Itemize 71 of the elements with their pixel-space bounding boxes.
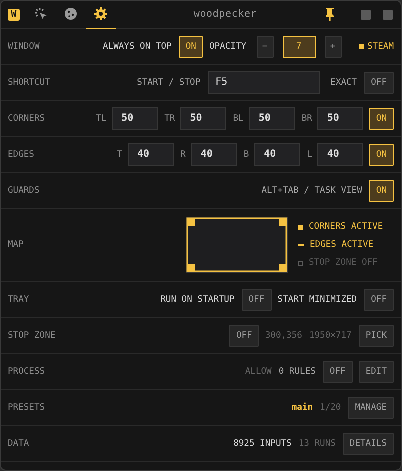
toggle-button[interactable]: ON — [369, 144, 394, 166]
toggle-button[interactable]: ON — [369, 108, 394, 130]
field-label: R — [180, 150, 186, 160]
action-button[interactable]: MANAGE — [348, 396, 394, 418]
toggle-button[interactable]: OFF — [364, 288, 394, 310]
toggle-button[interactable]: OFF — [364, 72, 394, 94]
number-field[interactable]: 40 — [317, 143, 364, 166]
cookie-icon — [64, 7, 78, 21]
window-title: woodpecker — [192, 9, 258, 20]
close-icon[interactable] — [383, 10, 393, 20]
info-text: 13 RUNS — [298, 438, 336, 448]
field-label: T — [117, 150, 123, 160]
info-text: EXACT — [330, 78, 358, 88]
field-label: BL — [233, 114, 244, 124]
minimize-icon[interactable] — [361, 10, 371, 20]
number-field[interactable]: 40 — [254, 143, 300, 166]
info-text: 8925 INPUTS — [234, 438, 292, 448]
field-label: L — [307, 150, 312, 160]
row-label: MAP — [8, 240, 25, 250]
row-label: PRESETS — [8, 402, 46, 412]
row-label: EDGES — [8, 150, 36, 160]
action-button[interactable]: EDIT — [358, 360, 394, 382]
row-label: GUARDS — [8, 186, 41, 196]
legend-text: CORNERS ACTIVE — [309, 222, 384, 232]
row-label: SHORTCUT — [8, 78, 52, 88]
settings-icon — [94, 7, 108, 21]
row-label: WINDOW — [8, 42, 41, 52]
number-field[interactable]: 40 — [190, 143, 237, 166]
toggle-button[interactable]: ON — [178, 36, 204, 58]
field-label: TL — [96, 114, 107, 124]
number-field[interactable]: 50 — [317, 107, 364, 130]
legend-text: EDGES ACTIVE — [310, 240, 374, 250]
info-text: 1950×717 — [309, 330, 352, 340]
info-text: START / STOP — [137, 78, 201, 88]
info-text: ALWAYS ON TOP — [102, 42, 172, 52]
app-logo: W — [8, 8, 20, 20]
number-field[interactable]: 40 — [128, 143, 174, 166]
field-label: B — [244, 150, 250, 160]
click-icon — [34, 7, 48, 21]
pin-icon[interactable] — [325, 8, 335, 21]
action-button[interactable]: DETAILS — [342, 432, 394, 454]
action-button[interactable]: PICK — [358, 324, 394, 346]
action-button[interactable]: + — [324, 36, 342, 58]
row-label: DATA — [8, 438, 30, 448]
field-label: TR — [164, 114, 176, 124]
field-label: BR — [302, 114, 312, 124]
info-text: main — [292, 402, 314, 412]
toggle-button[interactable]: OFF — [242, 288, 272, 310]
opacity-value: 7 — [282, 36, 316, 58]
status-text: STEAM — [368, 42, 394, 52]
toggle-button[interactable]: OFF — [322, 360, 353, 382]
info-text: 1/20 — [320, 402, 342, 412]
row-label: STOP ZONE — [8, 330, 57, 340]
toggle-button[interactable]: ON — [369, 180, 394, 202]
info-text: 300,356 — [265, 330, 302, 340]
legend-text: STOP ZONE OFF — [309, 258, 378, 268]
hotkey-field[interactable]: F5 — [208, 71, 320, 94]
info-text: ALT+TAB / TASK VIEW — [262, 186, 362, 196]
info-text: ALLOW — [245, 366, 272, 376]
number-field[interactable]: 50 — [180, 107, 226, 130]
info-text: RUN ON STARTUP — [160, 294, 235, 304]
number-field[interactable]: 50 — [248, 107, 295, 130]
info-text: 0 RULES — [278, 366, 316, 376]
toggle-button[interactable]: OFF — [229, 324, 260, 346]
action-button[interactable]: − — [256, 36, 274, 58]
row-label: PROCESS — [8, 366, 46, 376]
number-field[interactable]: 50 — [112, 107, 158, 130]
info-text: OPACITY — [209, 42, 247, 52]
row-label: CORNERS — [8, 114, 46, 124]
info-text: START MINIMIZED — [278, 294, 358, 304]
row-label: TRAY — [8, 294, 30, 304]
